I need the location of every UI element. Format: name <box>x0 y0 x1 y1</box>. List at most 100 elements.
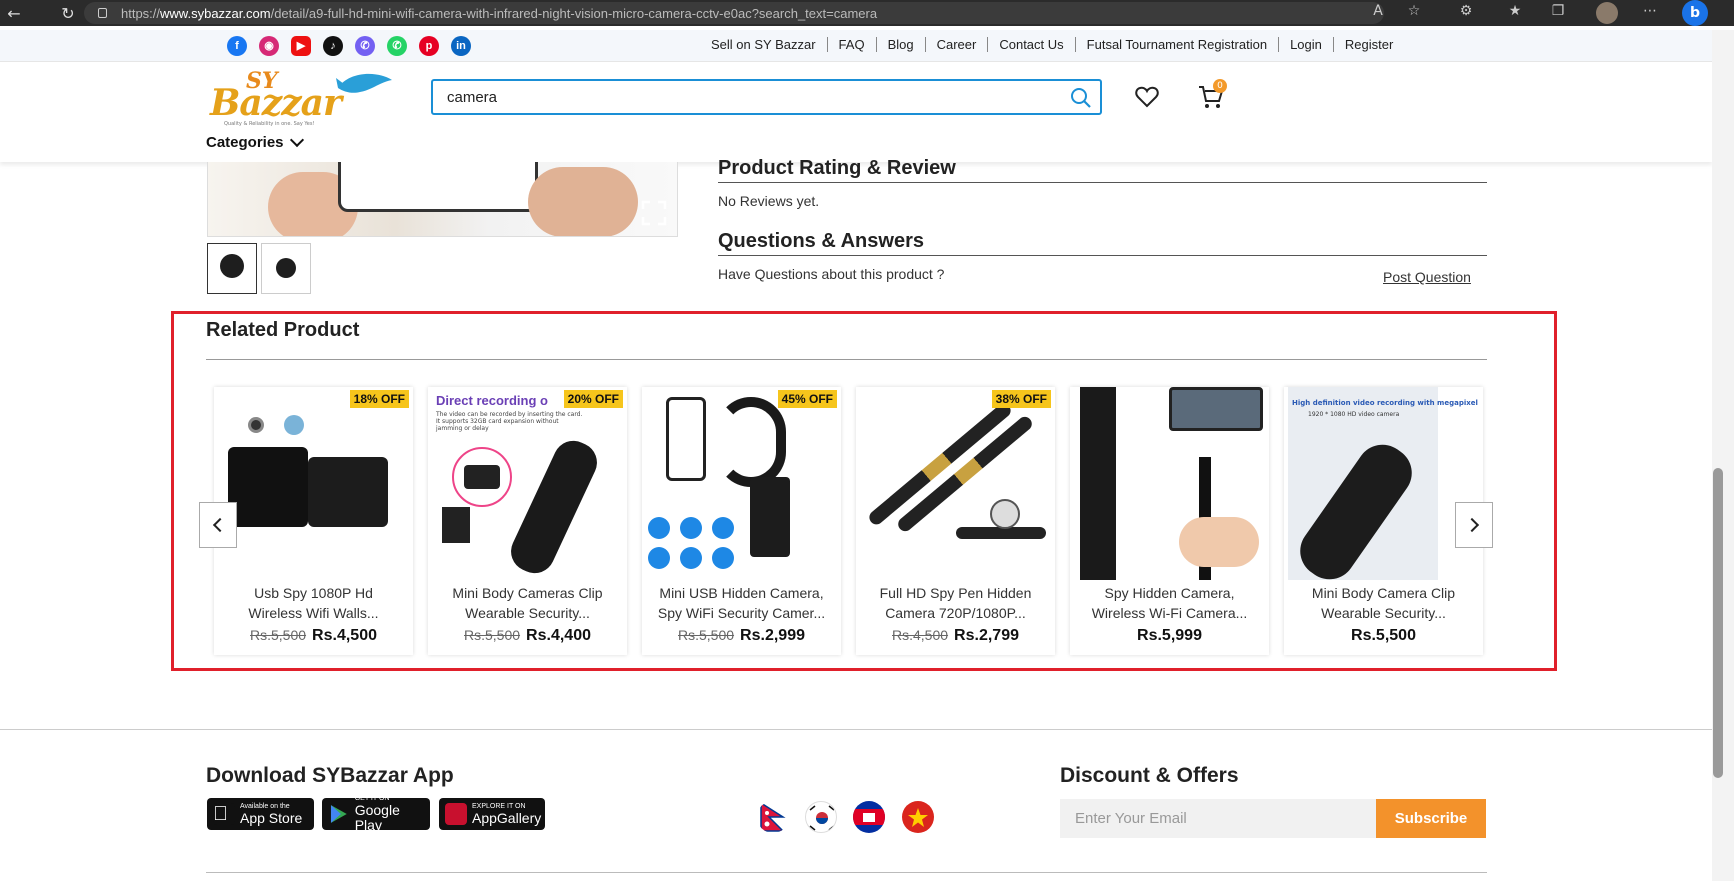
product-thumbnail[interactable] <box>261 243 311 294</box>
discount-badge: 20% OFF <box>563 390 623 408</box>
search-value: camera <box>447 88 498 106</box>
camera-thumb-image <box>220 254 244 278</box>
product-thumbnail[interactable] <box>207 243 257 294</box>
email-field[interactable]: Enter Your Email <box>1060 799 1376 838</box>
instagram-icon[interactable]: ◉ <box>259 36 279 56</box>
carousel-prev-button[interactable] <box>199 502 237 548</box>
old-price: Rs.4,500 <box>892 627 949 643</box>
product-name-line1: Mini Body Camera Clip <box>1311 585 1456 601</box>
url-prefix: https:// <box>121 5 161 21</box>
viber-icon[interactable]: ✆ <box>355 36 375 56</box>
product-name-line1: Spy Hidden Camera, <box>1104 585 1235 601</box>
search-icon[interactable] <box>1070 87 1092 109</box>
wishlist-heart-icon[interactable] <box>1135 86 1159 108</box>
collections-icon[interactable]: ❐ <box>1548 3 1568 19</box>
huawei-icon <box>445 803 467 825</box>
read-aloud-icon[interactable]: A <box>1368 3 1388 19</box>
google-play-badge[interactable]: GET IT ON Google Play <box>322 795 430 833</box>
product-image <box>1074 387 1265 580</box>
product-name-line2: Wearable Security... <box>1321 605 1446 621</box>
discount-badge: 18% OFF <box>349 390 409 408</box>
register-link[interactable]: Register <box>1334 37 1404 52</box>
carousel-next-button[interactable] <box>1455 502 1493 548</box>
product-card[interactable]: Direct recording o The video can be reco… <box>428 387 627 655</box>
pinterest-icon[interactable]: p <box>419 36 439 56</box>
product-name-line2: Camera 720P/1080P... <box>885 605 1026 621</box>
blog-link[interactable]: Blog <box>877 37 926 52</box>
app-gallery-badge[interactable]: EXPLORE IT ON AppGallery <box>439 798 545 830</box>
contact-link[interactable]: Contact Us <box>988 37 1076 52</box>
top-links: Sell on SY Bazzar FAQ Blog Career Contac… <box>700 37 1404 52</box>
divider <box>0 729 1712 730</box>
product-name-line1: Mini Body Cameras Clip <box>452 585 603 601</box>
search-input[interactable]: camera <box>431 79 1102 115</box>
logo-fish-icon <box>336 73 392 93</box>
product-image <box>218 387 409 580</box>
product-name-line1: Full HD Spy Pen Hidden <box>879 585 1032 601</box>
url-domain: www.sybazzar.com <box>160 5 271 21</box>
address-bar[interactable]: https://www.sybazzar.com/detail/a9-full-… <box>84 2 1384 24</box>
product-card[interactable]: 38% OFF Full HD Spy Pen Hidden Camera 720… <box>856 387 1055 655</box>
favorites-icon[interactable]: ★ <box>1505 3 1525 19</box>
vietnam-flag-icon[interactable] <box>902 801 934 833</box>
login-link[interactable]: Login <box>1279 37 1334 52</box>
career-link[interactable]: Career <box>926 37 989 52</box>
logo-tagline: Quality & Reliability in one. Say Yes! <box>224 121 315 127</box>
chevron-left-icon <box>212 517 228 533</box>
bing-chat-icon[interactable]: b <box>1682 0 1708 26</box>
nepal-flag-icon[interactable] <box>757 801 789 833</box>
tiktok-icon[interactable]: ♪ <box>323 36 343 56</box>
qa-prompt: Have Questions about this product ? <box>718 266 945 282</box>
price: Rs.5,500 <box>1351 627 1416 644</box>
image-subcaption: 1920 * 1080 HD video camera <box>1308 411 1400 418</box>
fullscreen-icon[interactable] <box>641 200 667 226</box>
product-card[interactable]: 18% OFF Usb Spy 1080P Hd Wireless Wifi Wa… <box>214 387 413 655</box>
app-store-badge[interactable]:  Available on theApp Store <box>207 798 314 830</box>
camera-thumb-image <box>276 258 296 278</box>
extensions-icon[interactable]: ⚙ <box>1456 3 1476 19</box>
linkedin-icon[interactable]: in <box>451 36 471 56</box>
price: Rs.2,799 <box>954 627 1019 644</box>
futsal-link[interactable]: Futsal Tournament Registration <box>1076 37 1280 52</box>
product-card[interactable]: 45% OFF Mini USB Hidden Camera, Spy WiFi … <box>642 387 841 655</box>
product-name-line1: Mini USB Hidden Camera, <box>659 585 824 601</box>
old-price: Rs.5,500 <box>464 627 521 643</box>
facebook-icon[interactable]: f <box>227 36 247 56</box>
favorite-star-icon[interactable]: ☆ <box>1404 3 1424 19</box>
divider <box>206 359 1487 360</box>
categories-menu[interactable]: Categories <box>206 132 304 151</box>
scrollbar-thumb[interactable] <box>1713 468 1723 778</box>
faq-link[interactable]: FAQ <box>828 37 877 52</box>
product-image: High definition video recording with meg… <box>1288 387 1479 580</box>
product-card[interactable]: Spy Hidden Camera, Wireless Wi-Fi Camera.… <box>1070 387 1269 655</box>
product-name-line2: Wearable Security... <box>465 605 590 621</box>
product-name-line2: Spy WiFi Security Camer... <box>657 605 826 621</box>
lock-icon <box>98 8 107 18</box>
phone-image <box>338 162 538 212</box>
product-image: Direct recording o The video can be reco… <box>432 387 623 580</box>
korea-flag-icon[interactable] <box>805 801 837 833</box>
product-name-line2: Wireless Wifi Walls... <box>248 605 379 621</box>
hand-image <box>528 167 638 236</box>
youtube-icon[interactable]: ▶ <box>291 36 311 56</box>
top-strip: f ◉ ▶ ♪ ✆ ✆ p in Sell on SY Bazzar FAQ B… <box>0 30 1712 62</box>
cart-count-badge: 0 <box>1213 79 1227 93</box>
sell-link[interactable]: Sell on SY Bazzar <box>700 37 828 52</box>
post-question-link[interactable]: Post Question <box>1383 269 1471 285</box>
huawei-large-text: AppGallery <box>472 809 542 826</box>
product-main-image[interactable] <box>207 162 678 237</box>
more-menu-icon[interactable]: ⋯ <box>1640 3 1660 19</box>
cambodia-flag-icon[interactable] <box>853 801 885 833</box>
back-icon[interactable]: ← <box>4 4 24 23</box>
image-caption: Direct recording o <box>436 393 548 408</box>
google-play-icon <box>330 805 347 823</box>
logo-bazzar: Bazzar <box>210 82 342 124</box>
product-card[interactable]: High definition video recording with meg… <box>1284 387 1483 655</box>
subscribe-button[interactable]: Subscribe <box>1376 799 1486 838</box>
refresh-icon[interactable]: ↻ <box>58 4 78 23</box>
profile-avatar-icon[interactable] <box>1596 2 1618 24</box>
site-logo[interactable]: SY Bazzar Quality & Reliability in one. … <box>206 64 396 130</box>
price: Rs.4,400 <box>526 627 591 644</box>
discount-badge: 45% OFF <box>777 390 837 408</box>
whatsapp-icon[interactable]: ✆ <box>387 36 407 56</box>
